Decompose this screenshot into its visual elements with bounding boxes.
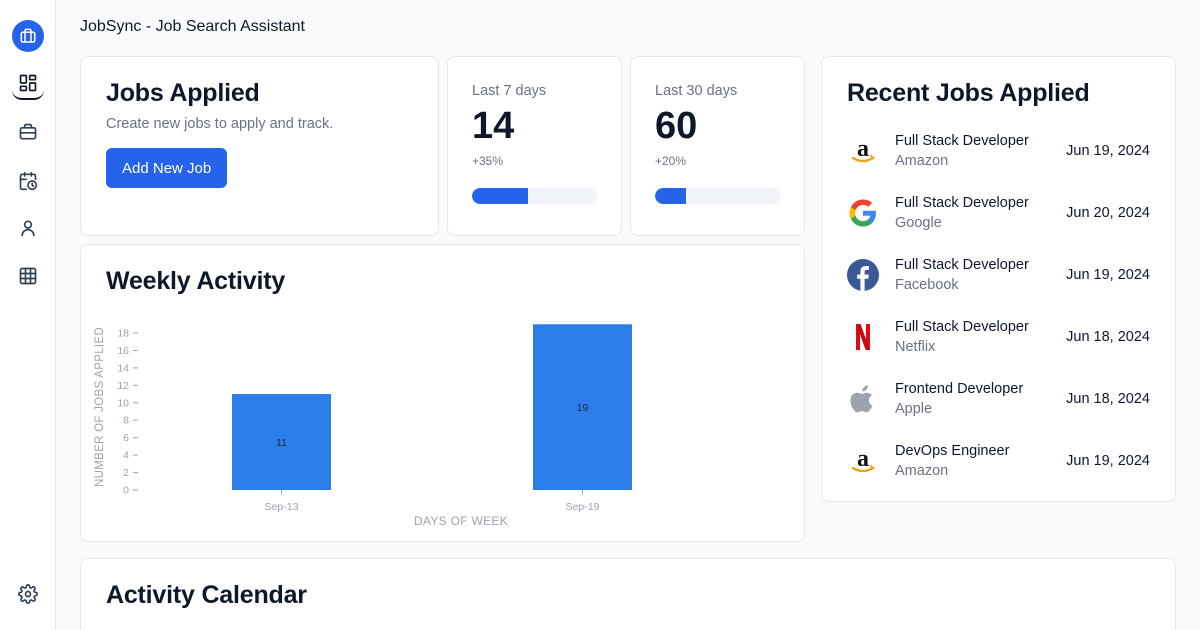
sidebar-item-dashboard[interactable] [12, 68, 44, 100]
job-title: Full Stack Developer [895, 133, 1029, 149]
sidebar-item-settings[interactable] [12, 578, 44, 610]
weekly-activity-chart: 0 2 4 6 8 10 12 14 16 18 11 Sep-13 19 Sep-19 DAYS OF W… [94, 324, 632, 528]
job-company: Apple [895, 401, 933, 417]
google-logo-icon [847, 197, 879, 229]
x-tick-label: Sep-13 [265, 501, 299, 513]
sidebar-item-profile[interactable] [12, 212, 44, 244]
job-company: Google [895, 215, 942, 231]
weekly-activity-card: Weekly Activity 0 2 4 6 8 10 12 14 16 18 11 Sep-13 1… [80, 244, 805, 542]
job-company: Facebook [895, 277, 959, 293]
progress-bar [472, 188, 597, 204]
stat-label: Last 7 days [472, 83, 547, 99]
job-date: Jun 18, 2024 [1066, 329, 1150, 345]
job-date: Jun 19, 2024 [1066, 453, 1150, 469]
y-tick-label: 18 [117, 328, 129, 340]
job-title: Full Stack Developer [895, 319, 1029, 335]
facebook-logo-icon [847, 259, 879, 291]
activity-calendar-title: Activity Calendar [106, 581, 307, 609]
apple-logo-icon [847, 383, 879, 415]
app-title: JobSync - Job Search Assistant [80, 18, 305, 35]
x-tick-label: Sep-19 [566, 501, 600, 513]
sidebar-item-activities[interactable] [12, 165, 44, 197]
stat-card-last-7-days: Last 7 days 14 +35% [447, 56, 622, 236]
y-axis-label: NUMBER OF JOBS APPLIED [94, 327, 106, 487]
add-new-job-button[interactable]: Add New Job [106, 148, 228, 188]
netflix-logo-icon [847, 321, 879, 353]
list-item[interactable]: Full Stack Developer Netflix Jun 18, 202… [847, 306, 1150, 368]
job-company: Netflix [895, 339, 936, 355]
job-title: Frontend Developer [895, 381, 1024, 397]
job-date: Jun 19, 2024 [1066, 267, 1150, 283]
calendar-clock-icon [19, 171, 38, 191]
y-tick-label: 12 [117, 380, 129, 392]
briefcase-icon [19, 123, 37, 140]
y-tick-label: 8 [123, 415, 129, 427]
y-tick-label: 2 [123, 467, 129, 479]
dashboard-icon [19, 74, 37, 92]
activity-calendar-card: Activity Calendar [80, 558, 1176, 630]
list-item[interactable]: a DevOps Engineer Amazon Jun 19, 2024 [847, 430, 1150, 492]
jobs-applied-title: Jobs Applied [106, 79, 260, 107]
bar-data-label: 11 [276, 437, 287, 449]
bar-data-label: 19 [577, 402, 589, 414]
jobs-applied-card: Jobs Applied Create new jobs to apply an… [80, 56, 439, 236]
svg-text:a: a [857, 136, 869, 162]
job-company: Amazon [895, 463, 949, 479]
list-item[interactable]: Full Stack Developer Google Jun 20, 2024 [847, 182, 1150, 244]
stat-change: +35% [472, 154, 504, 168]
recent-jobs-list: a Full Stack Developer Amazon Jun 19, 20… [847, 120, 1150, 492]
y-tick-label: 10 [117, 397, 129, 409]
amazon-logo-icon: a [847, 135, 879, 167]
briefcase-logo-icon [20, 28, 36, 43]
stat-value: 60 [655, 105, 698, 147]
recent-jobs-title: Recent Jobs Applied [847, 79, 1090, 107]
y-tick-label: 4 [123, 450, 129, 462]
job-title: Full Stack Developer [895, 257, 1029, 273]
sidebar [0, 0, 56, 630]
list-item[interactable]: Frontend Developer Apple Jun 18, 2024 [847, 368, 1150, 430]
jobs-applied-subtitle: Create new jobs to apply and track. [106, 116, 334, 132]
table-icon [19, 267, 37, 285]
y-tick-label: 6 [123, 432, 129, 444]
list-item[interactable]: a Full Stack Developer Amazon Jun 19, 20… [847, 120, 1150, 182]
job-date: Jun 20, 2024 [1066, 205, 1150, 221]
y-tick-label: 0 [123, 485, 129, 497]
job-title: DevOps Engineer [895, 443, 1010, 459]
x-axis-label: DAYS OF WEEK [414, 514, 508, 528]
amazon-logo-icon: a [847, 445, 879, 477]
user-icon [21, 220, 35, 237]
list-item[interactable]: Full Stack Developer Facebook Jun 19, 20… [847, 244, 1150, 306]
y-tick-label: 16 [117, 345, 129, 357]
app-logo[interactable] [12, 20, 44, 52]
stat-value: 14 [472, 105, 515, 147]
gear-icon [18, 584, 38, 604]
svg-text:a: a [857, 446, 869, 472]
progress-fill [655, 188, 687, 204]
progress-bar [655, 188, 780, 204]
sidebar-item-table[interactable] [12, 260, 44, 292]
stat-change: +20% [655, 154, 687, 168]
job-date: Jun 18, 2024 [1066, 391, 1150, 407]
y-tick-label: 14 [117, 362, 129, 374]
progress-fill [472, 188, 529, 204]
recent-jobs-card: Recent Jobs Applied a Full Stack Develop… [821, 56, 1176, 502]
stat-label: Last 30 days [655, 83, 738, 99]
stat-card-last-30-days: Last 30 days 60 +20% [630, 56, 805, 236]
job-title: Full Stack Developer [895, 195, 1029, 211]
job-company: Amazon [895, 153, 949, 169]
sidebar-item-jobs[interactable] [12, 116, 44, 148]
job-date: Jun 19, 2024 [1066, 143, 1150, 159]
